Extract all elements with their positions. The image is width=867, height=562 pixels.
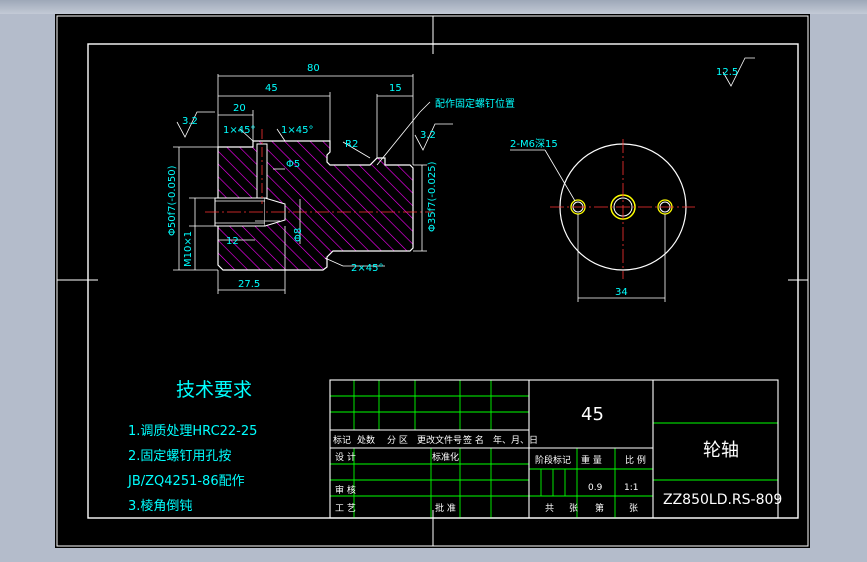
dim-m10: M10×1	[183, 231, 194, 267]
tb-zhang1: 张	[569, 503, 578, 514]
tb-weight: 0.9	[588, 483, 603, 493]
dim-12: 12	[226, 236, 239, 247]
tb-drawing-no: ZZ850LD.RS-809	[663, 492, 782, 508]
tech-req-item-2: 2.固定螺钉用孔按	[128, 449, 232, 464]
cad-drawing: 80 45 15 20 1×45° 1×45° R2 Φ5 Φ8 12 27.5…	[56, 15, 809, 547]
tb-chushu: 处数	[357, 434, 375, 446]
dim-45: 45	[265, 83, 278, 94]
shaft-section-view	[205, 129, 433, 271]
chamfer-2: 2×45°	[351, 263, 383, 274]
tb-jieduan: 阶段标记	[535, 454, 571, 466]
dim-27-5: 27.5	[238, 279, 260, 290]
tb-zhongliang: 重 量	[581, 454, 602, 466]
roughness-right: 3.2	[420, 130, 436, 141]
radius-r2: R2	[345, 139, 358, 150]
dim-20: 20	[233, 103, 246, 114]
drawing-sheet: 80 45 15 20 1×45° 1×45° R2 Φ5 Φ8 12 27.5…	[55, 14, 810, 548]
tb-sheji: 设 计	[335, 451, 356, 463]
tb-di: 第	[595, 502, 604, 514]
dim-phi5: Φ5	[286, 159, 300, 170]
tb-gongyi: 工 艺	[335, 503, 356, 514]
tb-bili: 比 例	[625, 454, 646, 466]
tb-scale: 1:1	[624, 483, 638, 493]
roughness-general: 12.5	[716, 67, 738, 78]
dim-15: 15	[389, 83, 402, 94]
tb-qianming: 签 名	[463, 434, 484, 446]
tb-shenhe: 审 核	[335, 484, 356, 496]
tech-req-item-4: 3.棱角倒钝	[128, 499, 193, 514]
tb-biaozhunhua: 标准化	[432, 451, 459, 463]
note-pin-position: 配作固定螺钉位置	[435, 97, 515, 110]
dim-34: 34	[615, 287, 628, 298]
roughness-left: 3.2	[182, 116, 198, 127]
tb-gengai: 更改文件号	[417, 434, 462, 446]
title-block: 标记 处数 分 区 更改文件号 签 名 年、月、日 设 计 标准化 审 核 工 …	[329, 379, 782, 519]
tb-gong: 共	[545, 503, 554, 514]
shaft-end-view	[510, 139, 695, 302]
dim-phi35: Φ35f7(-0.025)	[427, 161, 438, 232]
tb-nianyue: 年、月、日	[493, 434, 538, 446]
tb-material: 45	[581, 404, 604, 425]
tech-req-item-3: JB/ZQ4251-86配作	[128, 474, 245, 489]
centering-marks	[57, 16, 808, 546]
tb-biaoji: 标记	[333, 434, 351, 446]
dim-phi8: Φ8	[293, 228, 304, 242]
tech-req-title: 技术要求	[176, 379, 253, 401]
dim-80: 80	[307, 63, 320, 74]
top-bar	[0, 0, 867, 14]
chamfer-1b: 1×45°	[281, 125, 313, 136]
tb-fenqu: 分 区	[387, 435, 408, 446]
note-m6-holes: 2-M6深15	[510, 138, 558, 150]
chamfer-1a: 1×45°	[223, 125, 255, 136]
tb-zhang2: 张	[629, 503, 638, 514]
tb-pizhun: 批 准	[435, 502, 456, 514]
tb-part-name: 轮轴	[703, 440, 739, 461]
dim-phi50: Φ50f7(-0.050)	[167, 165, 178, 236]
outer-border	[56, 15, 809, 547]
tech-req-item-1: 1.调质处理HRC22-25	[128, 424, 258, 439]
